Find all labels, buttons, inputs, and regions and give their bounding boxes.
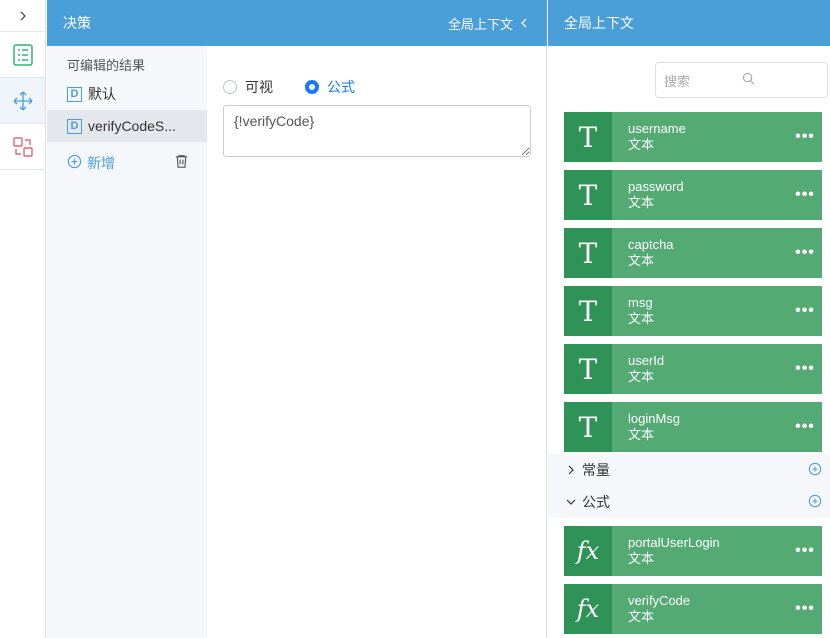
formulas-section-header[interactable]: 公式 bbox=[548, 486, 830, 518]
global-context-header: 全局上下文 bbox=[548, 0, 830, 46]
text-type-icon: T bbox=[564, 402, 612, 452]
search-placeholder: 搜索 bbox=[664, 73, 691, 89]
chevron-right-icon bbox=[566, 462, 576, 478]
app: 决策 全局上下文 可编辑的结果 D 默认 D verifyCodeS... 新增 bbox=[0, 0, 830, 638]
more-options-icon[interactable]: ••• bbox=[788, 600, 822, 618]
text-type-icon: T bbox=[564, 344, 612, 394]
mode-visual-radio[interactable]: 可视 bbox=[223, 77, 273, 97]
variable-card[interactable]: T loginMsg 文本 ••• bbox=[564, 402, 822, 452]
decision-badge-icon: D bbox=[67, 118, 82, 134]
variable-card[interactable]: T username 文本 ••• bbox=[564, 112, 822, 162]
global-context-panel: 搜索 T username 文本 ••• T password 文本 ••• T c… bbox=[548, 46, 830, 638]
formula-type: 文本 bbox=[628, 551, 655, 566]
more-options-icon[interactable]: ••• bbox=[788, 244, 822, 262]
global-context-toggle[interactable]: 全局上下文 bbox=[448, 14, 529, 33]
add-formula-icon[interactable] bbox=[808, 494, 822, 511]
result-item-label: verifyCodeS... bbox=[88, 118, 176, 134]
plus-circle-icon bbox=[67, 154, 82, 172]
mode-radio-group: 可视 公式 bbox=[207, 46, 546, 104]
result-item-verifycode[interactable]: D verifyCodeS... bbox=[47, 110, 207, 142]
swap-icon bbox=[11, 135, 35, 159]
formula-card[interactable]: fx verifyCode 文本 ••• bbox=[564, 584, 822, 634]
search-icon bbox=[742, 72, 820, 88]
move-arrows-icon bbox=[11, 89, 35, 113]
rail-item-list[interactable] bbox=[0, 32, 45, 78]
result-item-default[interactable]: D 默认 bbox=[47, 78, 207, 110]
variable-name: msg bbox=[628, 295, 653, 310]
constants-section-label: 常量 bbox=[582, 462, 610, 478]
list-icon bbox=[11, 43, 35, 67]
results-panel: 可编辑的结果 D 默认 D verifyCodeS... 新增 bbox=[47, 46, 207, 638]
variable-type: 文本 bbox=[628, 195, 655, 210]
variable-type: 文本 bbox=[628, 137, 655, 152]
more-options-icon[interactable]: ••• bbox=[788, 128, 822, 146]
add-constant-icon[interactable] bbox=[808, 462, 822, 479]
chevron-right-icon bbox=[17, 10, 29, 22]
formula-input[interactable]: {!verifyCode} bbox=[223, 105, 531, 157]
mode-formula-radio[interactable]: 公式 bbox=[305, 77, 355, 97]
formula-type-icon: fx bbox=[564, 584, 612, 634]
variable-name: password bbox=[628, 179, 684, 194]
more-options-icon[interactable]: ••• bbox=[788, 360, 822, 378]
add-result-button[interactable]: 新增 bbox=[67, 153, 115, 173]
decision-title: 决策 bbox=[63, 15, 91, 31]
more-options-icon[interactable]: ••• bbox=[788, 542, 822, 560]
formula-name: verifyCode bbox=[628, 593, 691, 608]
variable-type: 文本 bbox=[628, 253, 655, 268]
text-type-icon: T bbox=[564, 228, 612, 278]
add-result-label: 新增 bbox=[87, 155, 115, 171]
collapse-rail-button[interactable] bbox=[0, 0, 45, 32]
result-editor: 可视 公式 {!verifyCode} bbox=[207, 46, 547, 638]
more-options-icon[interactable]: ••• bbox=[788, 418, 822, 436]
variable-type: 文本 bbox=[628, 369, 655, 384]
decision-badge-icon: D bbox=[67, 86, 82, 102]
text-type-icon: T bbox=[564, 112, 612, 162]
chevron-left-icon bbox=[519, 16, 529, 31]
decision-header: 决策 全局上下文 bbox=[47, 0, 547, 46]
delete-button[interactable] bbox=[174, 154, 189, 172]
radio-checked-icon bbox=[305, 80, 319, 94]
results-actions: 新增 bbox=[47, 142, 207, 184]
icon-rail bbox=[0, 0, 46, 638]
formula-card[interactable]: fx portalUserLogin 文本 ••• bbox=[564, 526, 822, 576]
variable-type: 文本 bbox=[628, 427, 655, 442]
variable-name: loginMsg bbox=[628, 411, 681, 426]
formula-list: fx portalUserLogin 文本 ••• fx verifyCode 文本… bbox=[564, 526, 822, 638]
variable-card[interactable]: T userId 文本 ••• bbox=[564, 344, 822, 394]
results-heading: 可编辑的结果 bbox=[67, 58, 146, 73]
variable-list: T username 文本 ••• T password 文本 ••• T capt… bbox=[564, 112, 822, 460]
rail-item-decision[interactable] bbox=[0, 78, 45, 124]
formulas-section-label: 公式 bbox=[582, 494, 610, 510]
formula-name: portalUserLogin bbox=[628, 535, 720, 550]
mode-formula-label: 公式 bbox=[327, 79, 355, 95]
variable-name: captcha bbox=[628, 237, 674, 252]
global-context-toggle-label: 全局上下文 bbox=[447, 16, 513, 32]
constants-section-header[interactable]: 常量 bbox=[548, 454, 830, 486]
context-search-input[interactable]: 搜索 bbox=[655, 62, 828, 98]
formula-type: 文本 bbox=[628, 609, 655, 624]
variable-card[interactable]: T password 文本 ••• bbox=[564, 170, 822, 220]
mode-visual-label: 可视 bbox=[245, 79, 273, 95]
chevron-down-icon bbox=[566, 494, 576, 510]
variable-name: username bbox=[628, 121, 686, 136]
more-options-icon[interactable]: ••• bbox=[788, 302, 822, 320]
variable-type: 文本 bbox=[628, 311, 655, 326]
result-item-label: 默认 bbox=[88, 86, 116, 102]
trash-icon bbox=[174, 155, 189, 172]
variable-card[interactable]: T msg 文本 ••• bbox=[564, 286, 822, 336]
formula-type-icon: fx bbox=[564, 526, 612, 576]
text-type-icon: T bbox=[564, 286, 612, 336]
variable-name: userId bbox=[628, 353, 665, 368]
text-type-icon: T bbox=[564, 170, 612, 220]
rail-item-swap[interactable] bbox=[0, 124, 45, 170]
variable-card[interactable]: T captcha 文本 ••• bbox=[564, 228, 822, 278]
radio-circle-icon bbox=[223, 80, 237, 94]
more-options-icon[interactable]: ••• bbox=[788, 186, 822, 204]
global-context-title: 全局上下文 bbox=[564, 15, 634, 31]
